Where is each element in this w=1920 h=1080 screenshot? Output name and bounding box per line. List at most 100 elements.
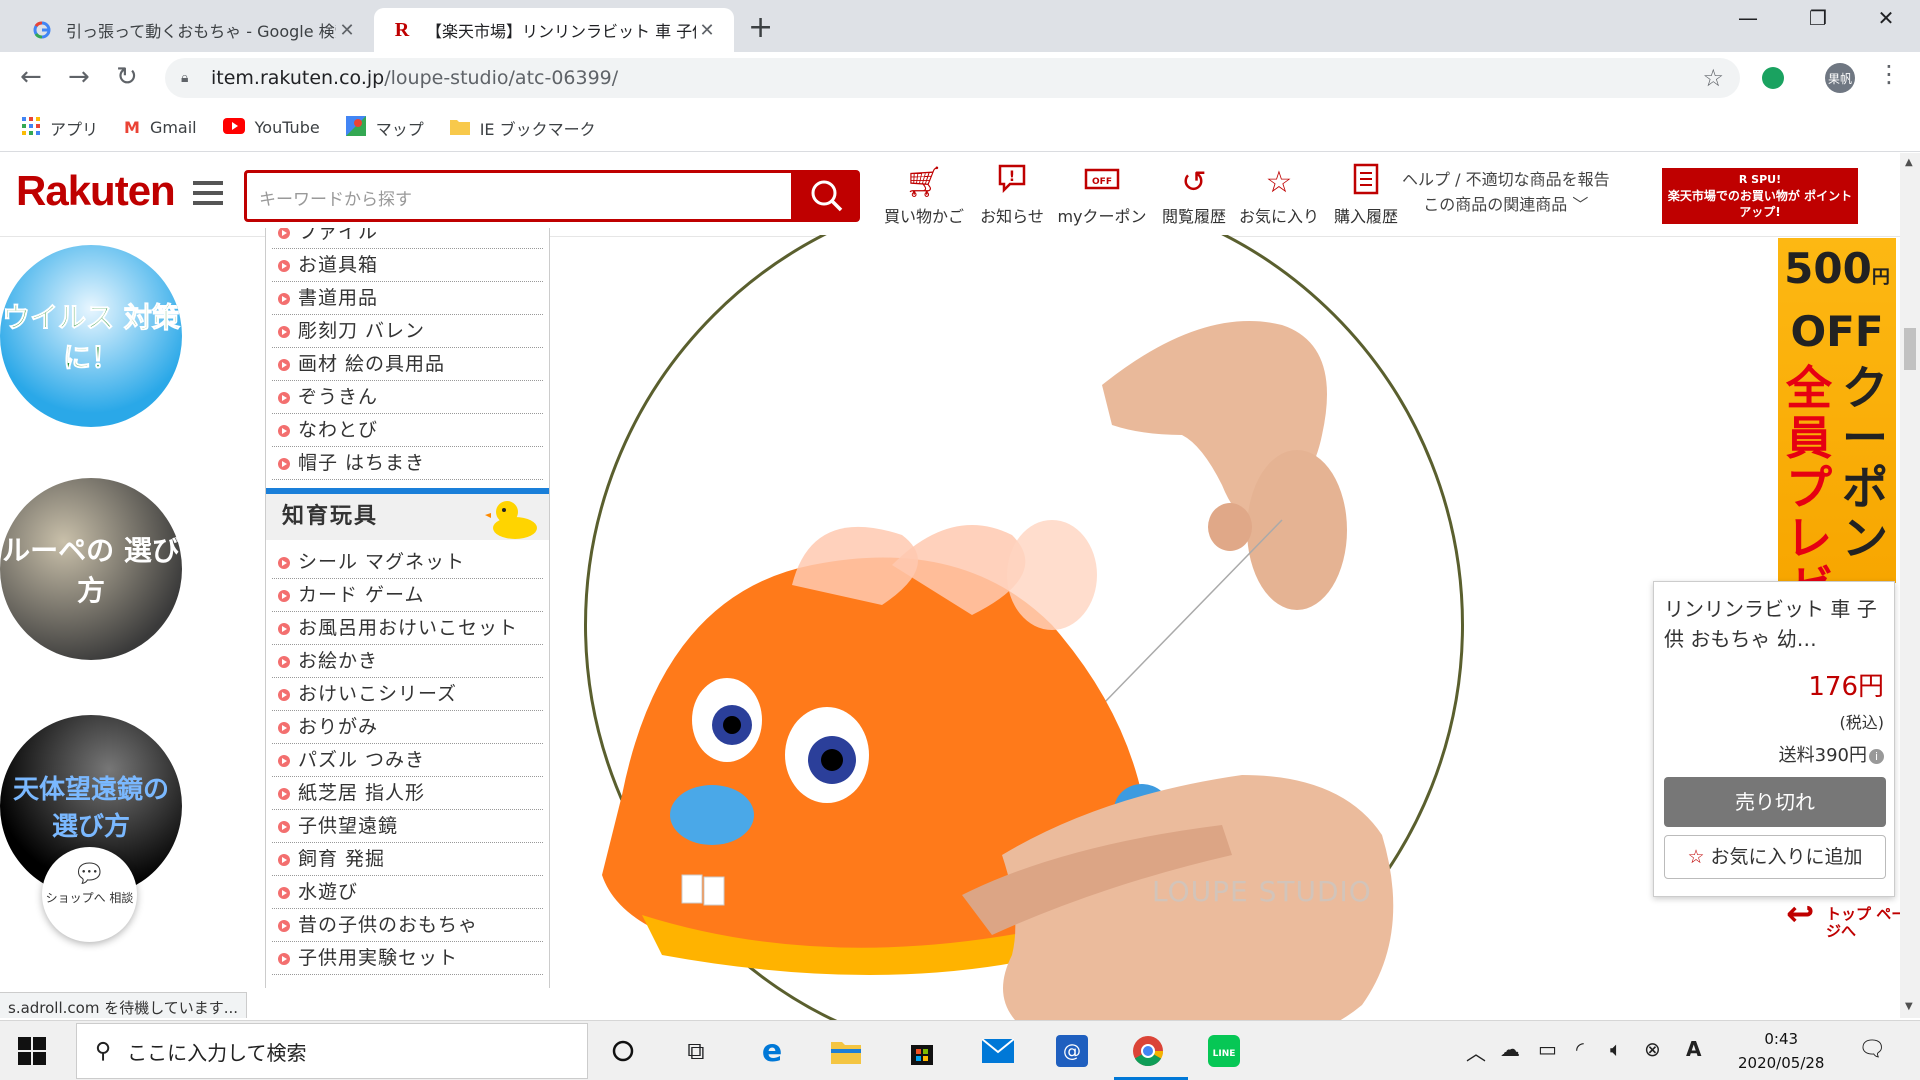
back-icon[interactable]: ←: [20, 62, 42, 92]
category-link[interactable]: パズル つみき: [272, 744, 543, 777]
folder-icon: [449, 117, 470, 139]
category-link[interactable]: おけいこシリーズ: [272, 678, 543, 711]
product-name[interactable]: リンリンラビット 車 子供 おもちゃ 幼…: [1664, 594, 1884, 656]
reload-icon[interactable]: ↻: [116, 62, 138, 92]
category-link[interactable]: 紙芝居 指人形: [272, 777, 543, 810]
category-link[interactable]: 彫刻刀 バレン: [272, 315, 543, 348]
sold-out-button[interactable]: 売り切れ: [1664, 777, 1886, 827]
bookmark-apps[interactable]: アプリ: [22, 116, 98, 140]
bookmark-youtube[interactable]: YouTube: [222, 117, 320, 138]
bookmark-maps[interactable]: マップ: [345, 115, 424, 140]
category-link[interactable]: お絵かき: [272, 645, 543, 678]
rakuten-logo[interactable]: Rakuten: [16, 167, 176, 215]
category-link[interactable]: 書道用品: [272, 282, 543, 315]
file-explorer-icon[interactable]: [828, 1033, 864, 1069]
nav-favorites[interactable]: ☆ お気に入り: [1234, 163, 1324, 227]
avatar[interactable]: 果帆: [1825, 63, 1855, 93]
category-link[interactable]: シール マグネット: [272, 546, 543, 579]
rabbit-toy-illustration: [602, 321, 1394, 1045]
chat-bubble-icon: 💬︎: [72, 859, 106, 889]
task-view-icon[interactable]: ⧉: [678, 1033, 714, 1069]
clock-time: 0:43: [1764, 1030, 1799, 1048]
nav-cart[interactable]: 🛒︎ 買い物かご: [882, 163, 966, 227]
google-icon: [32, 20, 52, 40]
nav-history[interactable]: ↺ 閲覧履歴: [1156, 163, 1232, 227]
site-header: Rakuten キーワードから探す 🛒︎ 買い物かご ! お知らせ OFF my…: [0, 153, 1900, 237]
category-link[interactable]: 昔の子供のおもちゃ: [272, 909, 543, 942]
tab-google-search[interactable]: 引っ張って動くおもちゃ - Google 検索 ✕: [14, 8, 374, 52]
add-to-favorites-button[interactable]: ☆ お気に入りに追加: [1664, 835, 1886, 879]
scrollbar-thumb[interactable]: [1904, 328, 1916, 370]
category-link[interactable]: 画材 絵の具用品: [272, 348, 543, 381]
nav-notifications[interactable]: ! お知らせ: [974, 163, 1050, 227]
category-link[interactable]: ファイル: [272, 228, 543, 249]
apps-grid-icon: [22, 116, 40, 139]
hamburger-menu-icon[interactable]: [193, 181, 223, 211]
category-link[interactable]: おりがみ: [272, 711, 543, 744]
lock-icon: 🔒︎: [181, 70, 189, 86]
category-link[interactable]: カード ゲーム: [272, 579, 543, 612]
search-input[interactable]: キーワードから探す: [244, 170, 794, 222]
more-menu-icon[interactable]: ⋮: [1877, 60, 1901, 88]
category-link[interactable]: 子供用実験セット: [272, 942, 543, 975]
close-tab-icon[interactable]: ✕: [696, 20, 718, 41]
related-products-link[interactable]: この商品の関連商品 ﹀: [1402, 192, 1610, 217]
windows-start-icon[interactable]: [18, 1037, 46, 1065]
category-link[interactable]: 水遊び: [272, 876, 543, 909]
extension-icon[interactable]: [1762, 67, 1784, 89]
history-icon: ↺: [1181, 165, 1207, 200]
volume-icon[interactable]: 🔈︎: [1610, 1037, 1622, 1061]
system-clock[interactable]: 0:43 2020/05/28: [1738, 1027, 1824, 1075]
nav-label: 購入履歴: [1333, 207, 1398, 226]
category-link[interactable]: お道具箱: [272, 249, 543, 282]
ime-icon[interactable]: A: [1686, 1037, 1701, 1061]
tab-rakuten[interactable]: R 【楽天市場】リンリンラビット 車 子供 ✕: [374, 8, 734, 52]
info-icon[interactable]: i: [1869, 748, 1884, 764]
store-icon[interactable]: [904, 1033, 940, 1069]
mute-indicator-icon[interactable]: ⊗: [1644, 1037, 1661, 1061]
page-scrollbar[interactable]: ▲ ▼: [1900, 153, 1920, 1018]
category-link[interactable]: なわとび: [272, 414, 543, 447]
forward-icon[interactable]: →: [68, 62, 90, 92]
loupe-guide-banner[interactable]: ルーペの 選び方: [0, 478, 182, 660]
close-tab-icon[interactable]: ✕: [336, 20, 358, 41]
watermark: LOUPE STUDIO: [1152, 875, 1372, 908]
nav-purchase-history[interactable]: 購入履歴: [1328, 163, 1404, 227]
url-text: item.rakuten.co.jp/loupe-studio/atc-0639…: [211, 67, 618, 89]
address-bar[interactable]: 🔒︎ item.rakuten.co.jp/loupe-studio/atc-0…: [165, 58, 1740, 98]
coupon-ad-banner[interactable]: 500円 OFF 全員プレゼ クーポン: [1778, 238, 1896, 583]
category-link[interactable]: 帽子 はちまき: [272, 447, 543, 480]
cortana-icon[interactable]: [605, 1033, 641, 1069]
spu-banner[interactable]: R SPU! 楽天市場でのお買い物が ポイントアップ!: [1662, 168, 1858, 224]
shop-chat-button[interactable]: 💬︎ ショップへ 相談: [42, 847, 137, 942]
nav-coupon[interactable]: OFF myクーポン: [1056, 163, 1148, 227]
search-button[interactable]: [794, 170, 860, 222]
spu-text: 楽天市場でのお買い物が ポイントアップ!: [1667, 189, 1853, 219]
show-hidden-icons-icon[interactable]: ︿: [1466, 1037, 1486, 1066]
close-window-icon[interactable]: ✕: [1856, 6, 1916, 30]
wifi-icon[interactable]: ◜: [1576, 1037, 1584, 1061]
taskbar-search-input[interactable]: ⚲ ここに入力して検索: [76, 1023, 588, 1079]
chrome-icon[interactable]: [1130, 1033, 1166, 1069]
scroll-up-icon[interactable]: ▲: [1905, 157, 1913, 168]
virus-protection-banner[interactable]: ウイルス 対策に！: [0, 245, 182, 427]
bookmark-ie-folder[interactable]: IE ブックマーク: [449, 116, 596, 140]
minimize-icon[interactable]: —: [1718, 6, 1778, 30]
category-link[interactable]: 飼育 発掘: [272, 843, 543, 876]
notification-center-icon[interactable]: 🗨︎: [1858, 1037, 1886, 1062]
help-report-link[interactable]: ヘルプ / 不適切な商品を報告: [1402, 167, 1610, 192]
maximize-icon[interactable]: ❐: [1788, 6, 1848, 30]
at-menu-icon[interactable]: @: [1054, 1033, 1090, 1069]
mail-icon[interactable]: [980, 1033, 1016, 1069]
bookmark-gmail[interactable]: M Gmail: [124, 118, 197, 137]
edge-icon[interactable]: e: [754, 1033, 790, 1069]
scroll-down-icon[interactable]: ▼: [1905, 1001, 1913, 1012]
category-link[interactable]: お風呂用おけいこセット: [272, 612, 543, 645]
onedrive-icon[interactable]: ☁︎: [1500, 1037, 1520, 1061]
category-link[interactable]: 子供望遠鏡: [272, 810, 543, 843]
new-tab-icon[interactable]: +: [748, 10, 773, 45]
category-link[interactable]: ぞうきん: [272, 381, 543, 414]
bookmark-star-icon[interactable]: ☆: [1702, 64, 1724, 92]
battery-icon[interactable]: ▭: [1538, 1037, 1557, 1061]
line-icon[interactable]: LINE: [1206, 1033, 1242, 1069]
